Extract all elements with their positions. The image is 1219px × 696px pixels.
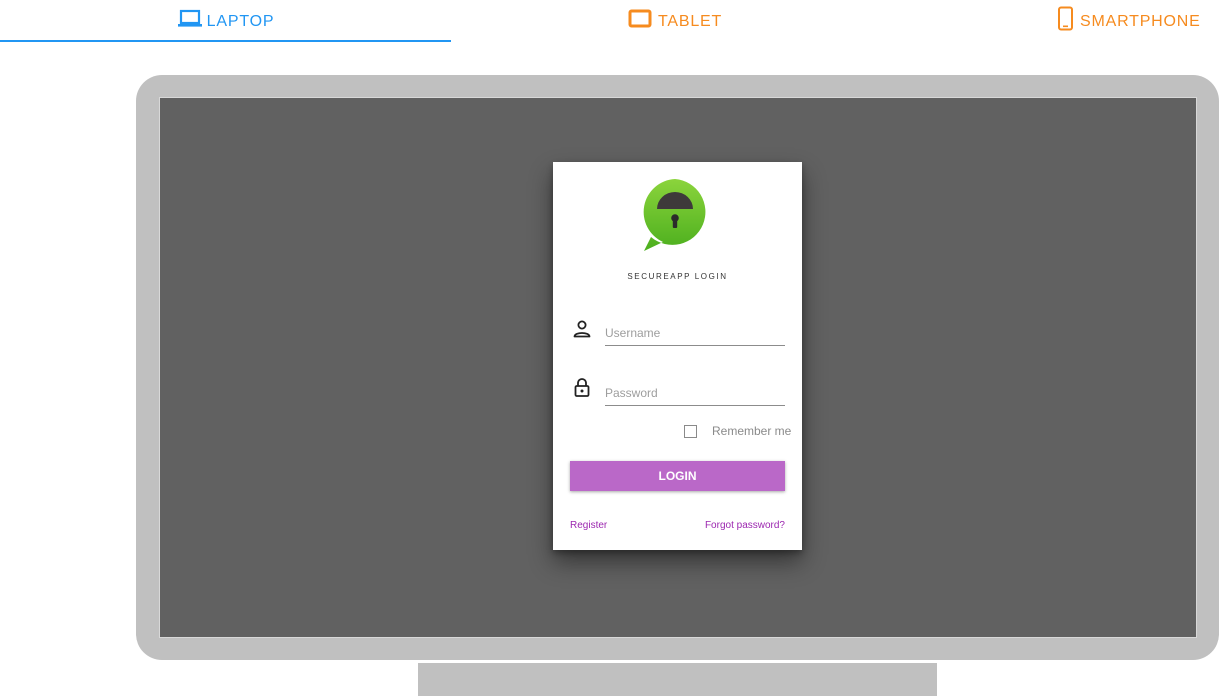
monitor-stand [418, 663, 937, 696]
tab-laptop-label: LAPTOP [206, 13, 275, 30]
tab-smartphone-label: SMARTPHONE [1080, 13, 1201, 30]
remember-me-checkbox[interactable] [684, 424, 697, 438]
login-button[interactable]: LOGIN [570, 461, 785, 491]
remember-me: Remember me [684, 424, 791, 438]
username-input[interactable] [605, 321, 785, 346]
tab-smartphone[interactable]: SMARTPHONE [1056, 0, 1201, 42]
register-link[interactable]: Register [570, 520, 607, 531]
remember-me-label: Remember me [712, 424, 792, 438]
user-icon [572, 319, 592, 339]
forgot-password-link[interactable]: Forgot password? [705, 520, 785, 531]
tab-tablet-label: TABLET [658, 13, 723, 30]
tab-laptop[interactable]: LAPTOP [0, 0, 451, 42]
password-input[interactable] [605, 381, 785, 406]
laptop-icon [177, 9, 203, 29]
device-tabs: LAPTOP TABLET SMARTPHONE [0, 0, 1219, 42]
login-card: SECUREAPP LOGIN Remember me LOGIN Regist… [553, 162, 802, 550]
lock-chat-bubble-icon [641, 178, 709, 254]
tab-tablet[interactable]: TABLET [628, 0, 722, 42]
smartphone-icon [1056, 6, 1076, 32]
lock-icon [572, 377, 592, 397]
active-tab-indicator [0, 40, 451, 42]
tablet-icon [628, 9, 654, 29]
login-title: SECUREAPP LOGIN [627, 272, 728, 281]
